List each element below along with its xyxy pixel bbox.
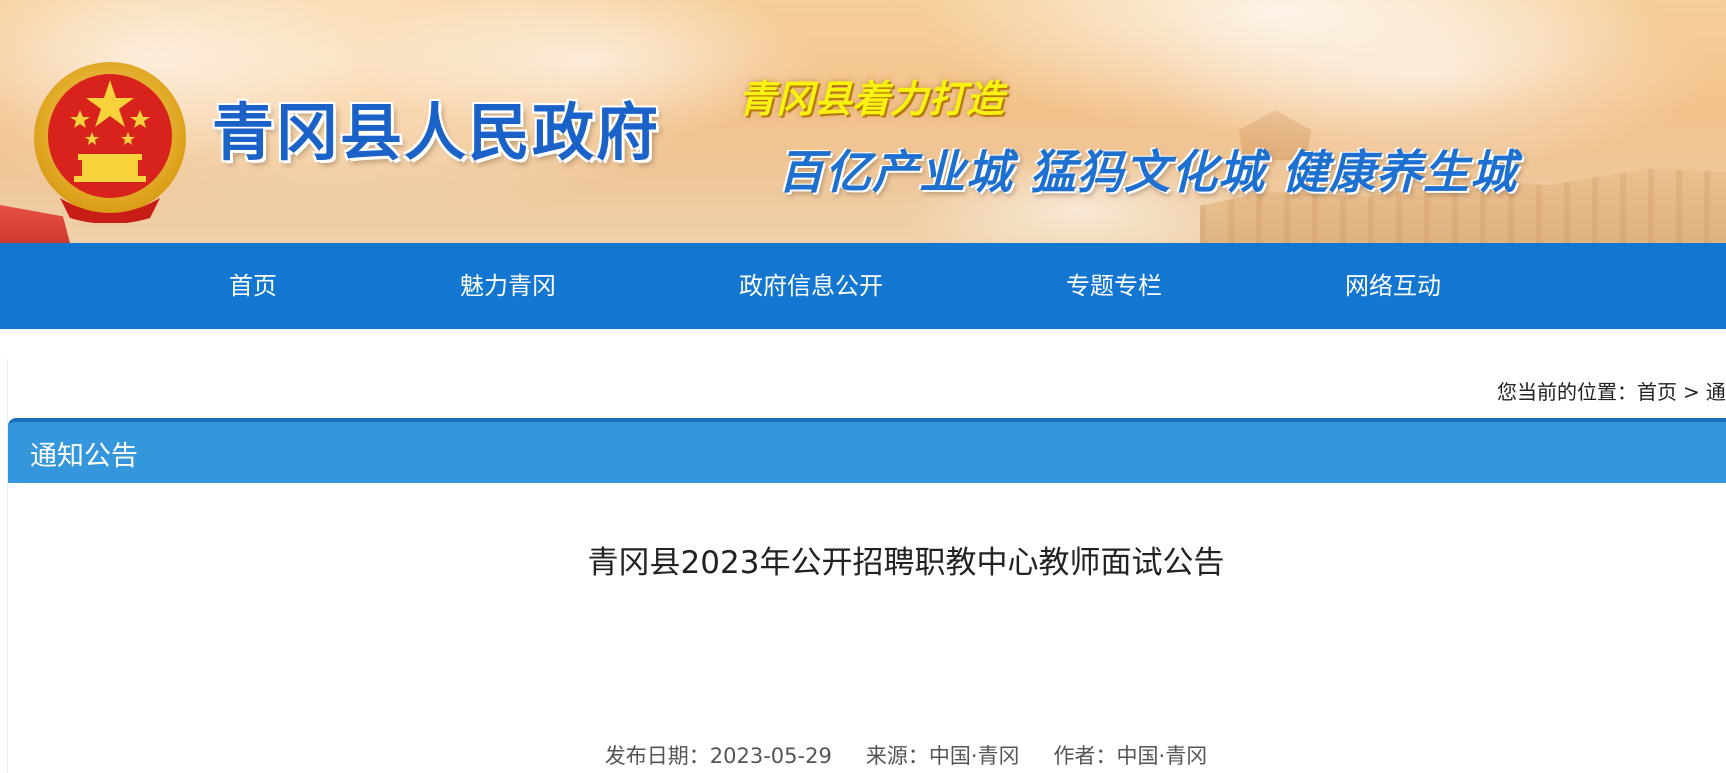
article-meta: 发布日期：2023-05-29 来源：中国·青冈 作者：中国·青冈 bbox=[0, 740, 1726, 770]
breadcrumb-home-link[interactable]: 首页 bbox=[1637, 380, 1677, 404]
breadcrumb-current-link[interactable]: 通 bbox=[1706, 380, 1726, 404]
breadcrumb: 您当前的位置：首页 > 通 bbox=[1497, 376, 1726, 405]
article-source: 来源：中国·青冈 bbox=[865, 744, 1020, 768]
main-nav: 首页 魅力青冈 政府信息公开 专题专栏 网络互动 bbox=[0, 243, 1726, 329]
site-title: 青冈县人民政府 bbox=[212, 96, 661, 169]
breadcrumb-separator: > bbox=[1683, 380, 1700, 404]
header-banner: 青冈县人民政府 青冈县着力打造 百亿产业城 猛犸文化城 健康养生城 bbox=[0, 0, 1726, 243]
publish-date: 发布日期：2023-05-29 bbox=[604, 744, 832, 768]
section-title: 通知公告 bbox=[30, 441, 138, 472]
slogan-line-1: 青冈县着力打造 bbox=[738, 77, 1005, 121]
slogan-line-2: 百亿产业城 猛犸文化城 健康养生城 bbox=[778, 145, 1518, 199]
national-emblem-icon bbox=[34, 62, 186, 223]
nav-item-charm-qinggang[interactable]: 魅力青冈 bbox=[460, 243, 556, 329]
article-author: 作者：中国·青冈 bbox=[1053, 744, 1208, 768]
article-title: 青冈县2023年公开招聘职教中心教师面试公告 bbox=[587, 545, 1225, 581]
nav-item-online-interaction[interactable]: 网络互动 bbox=[1345, 243, 1441, 329]
breadcrumb-prefix: 您当前的位置： bbox=[1497, 380, 1637, 404]
nav-item-gov-info-disclosure[interactable]: 政府信息公开 bbox=[739, 243, 883, 329]
nav-item-home[interactable]: 首页 bbox=[229, 243, 277, 329]
section-header: 通知公告 bbox=[8, 418, 1726, 483]
nav-item-special-topics[interactable]: 专题专栏 bbox=[1066, 243, 1162, 329]
